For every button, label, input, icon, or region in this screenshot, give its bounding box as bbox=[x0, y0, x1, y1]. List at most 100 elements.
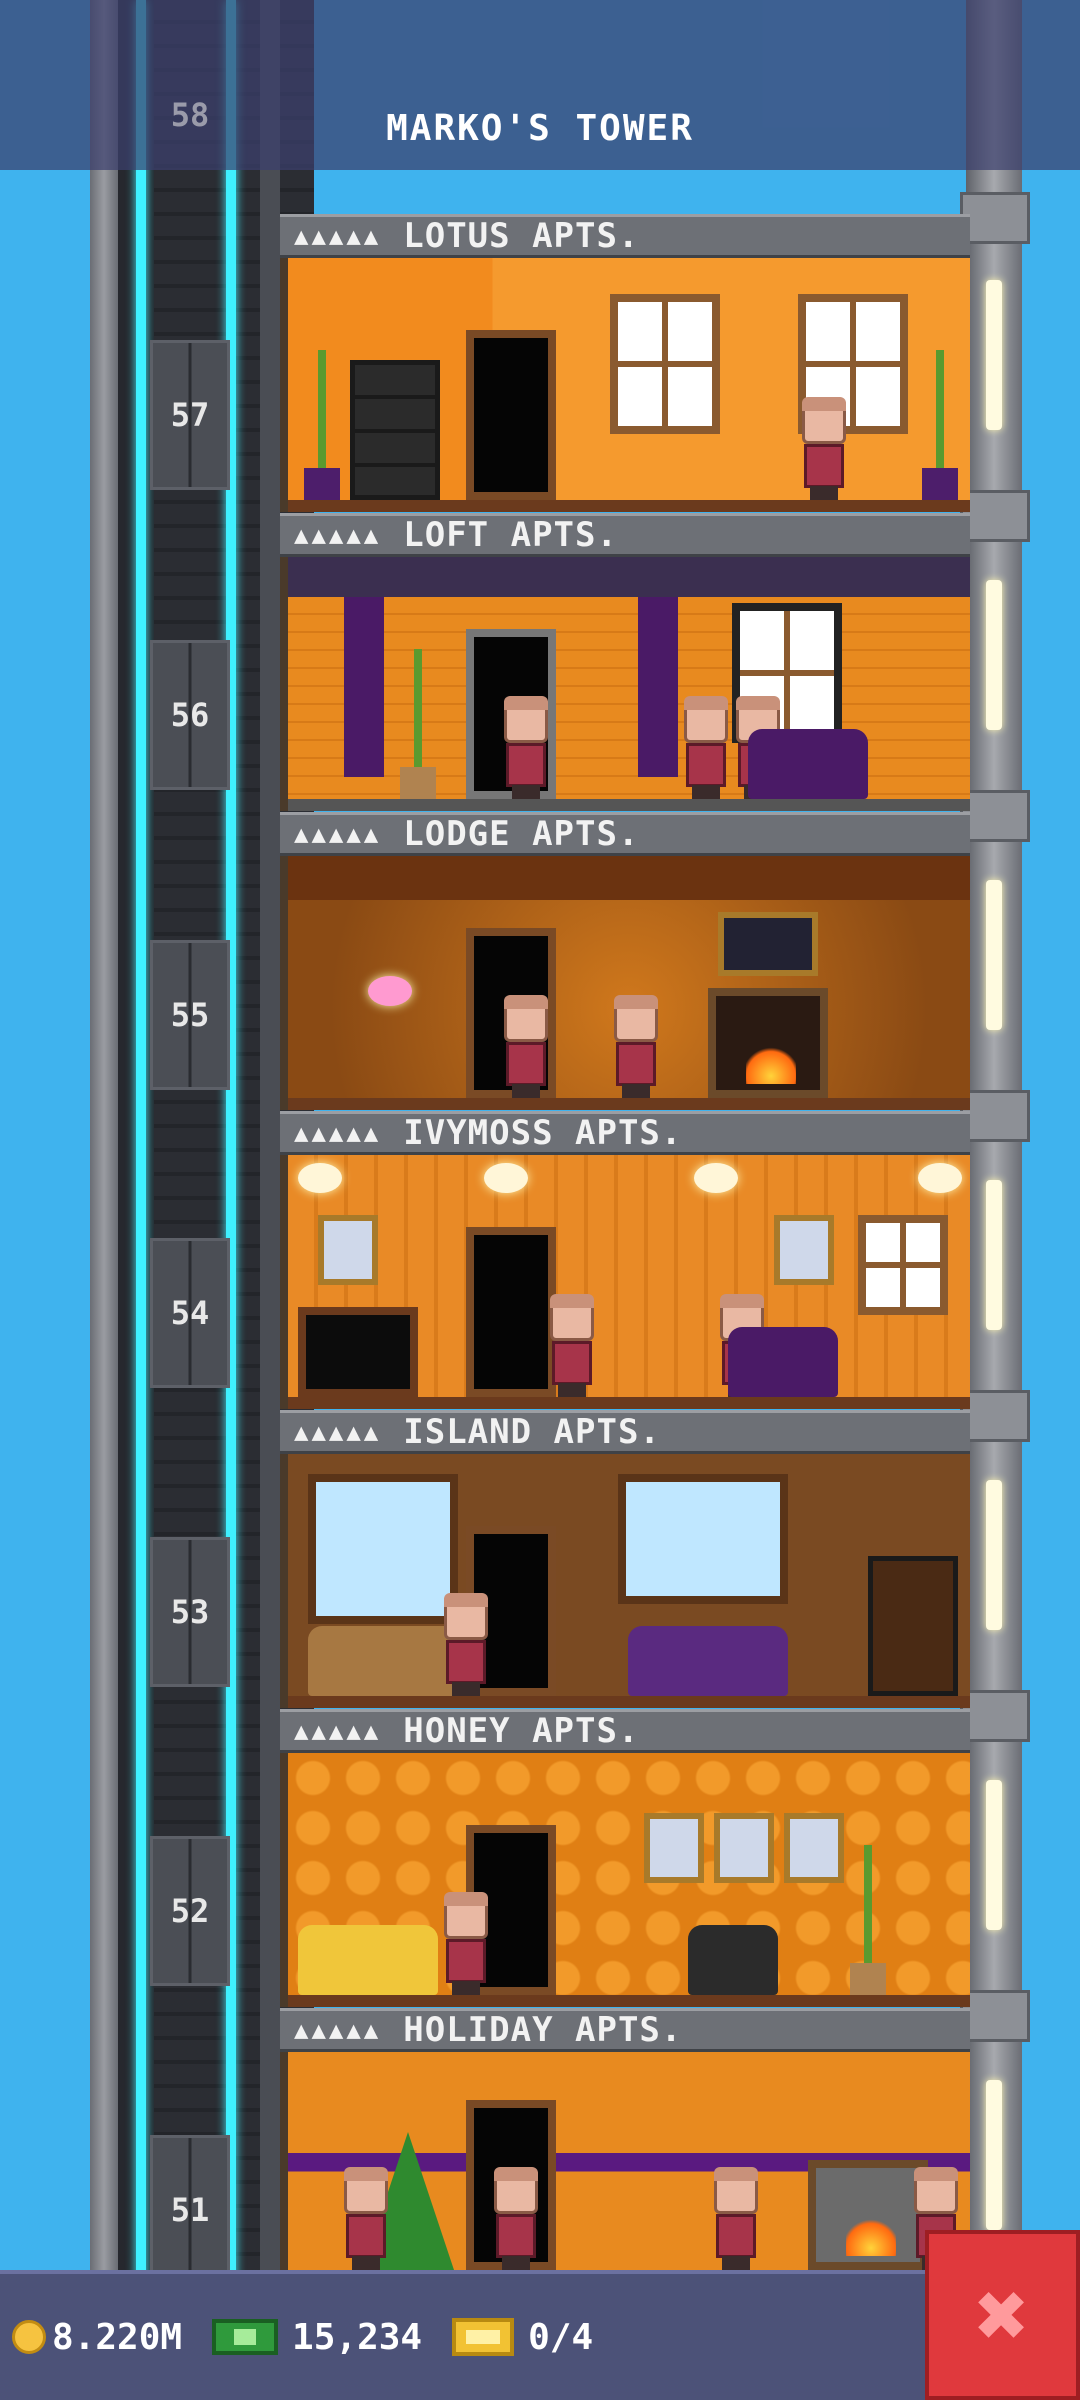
floor-label-bar: ▲▲▲▲▲ HONEY APTS. bbox=[280, 1709, 970, 1753]
painting bbox=[718, 912, 818, 976]
floor-lotus[interactable]: ▲▲▲▲▲ LOTUS APTS. bbox=[280, 214, 970, 512]
curtain bbox=[344, 597, 384, 777]
pipe-light bbox=[986, 580, 1002, 730]
shaft-rail bbox=[90, 0, 118, 2400]
tickets-value: 0/4 bbox=[528, 2316, 594, 2358]
resident[interactable] bbox=[438, 1593, 494, 1696]
apartment-door[interactable] bbox=[466, 330, 556, 500]
close-icon: ✖ bbox=[975, 2262, 1030, 2368]
resident[interactable] bbox=[608, 995, 664, 1098]
floor-name: HONEY APTS. bbox=[403, 1711, 640, 1751]
pipe-cap bbox=[960, 1990, 1030, 2042]
tickets-stat[interactable]: 0/4 bbox=[452, 2317, 593, 2358]
close-button[interactable]: ✖ bbox=[925, 2230, 1080, 2400]
yellow-sofa bbox=[298, 1925, 438, 1995]
picture-frame bbox=[714, 1813, 774, 1883]
beach-window bbox=[308, 1474, 458, 1624]
floor-holiday[interactable]: ▲▲▲▲▲ HOLIDAY APTS. bbox=[280, 2008, 970, 2282]
floor-loft[interactable]: ▲▲▲▲▲ LOFT APTS. bbox=[280, 513, 970, 811]
resident[interactable] bbox=[678, 696, 734, 799]
table-lamp bbox=[368, 976, 412, 1006]
floor-line bbox=[288, 1098, 970, 1110]
room-ivymoss[interactable] bbox=[280, 1155, 970, 1409]
bux-value: 15,234 bbox=[292, 2316, 423, 2358]
wicker-sofa bbox=[308, 1626, 458, 1696]
floor-number-54[interactable]: 54 bbox=[150, 1238, 230, 1388]
floor-name: LOFT APTS. bbox=[403, 515, 618, 555]
bux-stat[interactable]: 15,234 bbox=[212, 2317, 422, 2358]
bed bbox=[628, 1626, 788, 1696]
pipe-light bbox=[986, 1180, 1002, 1330]
floor-stars: ▲▲▲▲▲ bbox=[294, 1717, 382, 1745]
floor-stars: ▲▲▲▲▲ bbox=[294, 521, 382, 549]
ceiling-lamp bbox=[484, 1163, 528, 1193]
room-island[interactable] bbox=[280, 1454, 970, 1708]
room-lodge[interactable] bbox=[280, 856, 970, 1110]
room-lotus[interactable] bbox=[280, 258, 970, 512]
apartment-door[interactable] bbox=[466, 1227, 556, 1397]
status-bar: 8.220M 15,234 0/4 bbox=[0, 2270, 930, 2400]
room-honey[interactable] bbox=[280, 1753, 970, 2007]
floor-stars: ▲▲▲▲▲ bbox=[294, 222, 382, 250]
floor-stars: ▲▲▲▲▲ bbox=[294, 2016, 382, 2044]
floor-label-bar: ▲▲▲▲▲ LOTUS APTS. bbox=[280, 214, 970, 258]
resident[interactable] bbox=[338, 2167, 394, 2270]
floor-number-52[interactable]: 52 bbox=[150, 1836, 230, 1986]
sofa bbox=[748, 729, 868, 799]
ceiling-lamp bbox=[918, 1163, 962, 1193]
ceiling-beam bbox=[288, 557, 970, 597]
resident[interactable] bbox=[796, 397, 852, 500]
picture-frame bbox=[784, 1813, 844, 1883]
coin-icon bbox=[12, 2320, 46, 2354]
floor-lodge[interactable]: ▲▲▲▲▲ LODGE APTS. bbox=[280, 812, 970, 1110]
room-loft[interactable] bbox=[280, 557, 970, 811]
resident[interactable] bbox=[498, 995, 554, 1098]
picture-frame bbox=[318, 1215, 378, 1285]
palm-plant bbox=[398, 649, 438, 799]
window bbox=[858, 1215, 948, 1315]
floor-line bbox=[288, 1397, 970, 1409]
floor-line bbox=[288, 1696, 970, 1708]
bookshelf bbox=[350, 360, 440, 500]
resident[interactable] bbox=[488, 2167, 544, 2270]
room-holiday[interactable] bbox=[280, 2052, 970, 2282]
sofa bbox=[728, 1327, 838, 1397]
floor-label-bar: ▲▲▲▲▲ IVYMOSS APTS. bbox=[280, 1111, 970, 1155]
top-header: 58 MARKO'S TOWER bbox=[0, 0, 1080, 170]
bamboo-plant bbox=[920, 350, 960, 500]
floor-number-56[interactable]: 56 bbox=[150, 640, 230, 790]
resident[interactable] bbox=[438, 1892, 494, 1995]
floor-ivymoss[interactable]: ▲▲▲▲▲ IVYMOSS APTS. bbox=[280, 1111, 970, 1409]
floor-island[interactable]: ▲▲▲▲▲ ISLAND APTS. bbox=[280, 1410, 970, 1708]
pipe-cap bbox=[960, 490, 1030, 542]
pipe-cap bbox=[960, 1690, 1030, 1742]
resident[interactable] bbox=[498, 696, 554, 799]
picture-frame bbox=[774, 1215, 834, 1285]
dresser bbox=[868, 1556, 958, 1696]
window bbox=[610, 294, 720, 434]
floor-number-53[interactable]: 53 bbox=[150, 1537, 230, 1687]
tower-title[interactable]: MARKO'S TOWER bbox=[0, 108, 1080, 149]
pipe-light bbox=[986, 880, 1002, 1030]
floor-number-51[interactable]: 51 bbox=[150, 2135, 230, 2285]
floor-number-55[interactable]: 55 bbox=[150, 940, 230, 1090]
pipe-cap bbox=[960, 1090, 1030, 1142]
resident[interactable] bbox=[544, 1294, 600, 1397]
floor-line bbox=[288, 1995, 970, 2007]
floor-name: ISLAND APTS. bbox=[403, 1412, 661, 1452]
pipe-light bbox=[986, 2080, 1002, 2230]
floor-number-57[interactable]: 57 bbox=[150, 340, 230, 490]
resident[interactable] bbox=[708, 2167, 764, 2270]
floor-honey[interactable]: ▲▲▲▲▲ HONEY APTS. bbox=[280, 1709, 970, 2007]
pipe-cap bbox=[960, 790, 1030, 842]
armchair bbox=[688, 1925, 778, 1995]
floor-stars: ▲▲▲▲▲ bbox=[294, 1119, 382, 1147]
coins-stat[interactable]: 8.220M bbox=[12, 2317, 182, 2358]
coins-value: 8.220M bbox=[52, 2316, 183, 2358]
tower-bux-icon bbox=[212, 2319, 279, 2355]
pipe-cap bbox=[960, 1390, 1030, 1442]
golden-ticket-icon bbox=[452, 2318, 515, 2356]
floor-label-bar: ▲▲▲▲▲ LOFT APTS. bbox=[280, 513, 970, 557]
fireplace bbox=[708, 988, 828, 1098]
floor-line bbox=[288, 500, 970, 512]
